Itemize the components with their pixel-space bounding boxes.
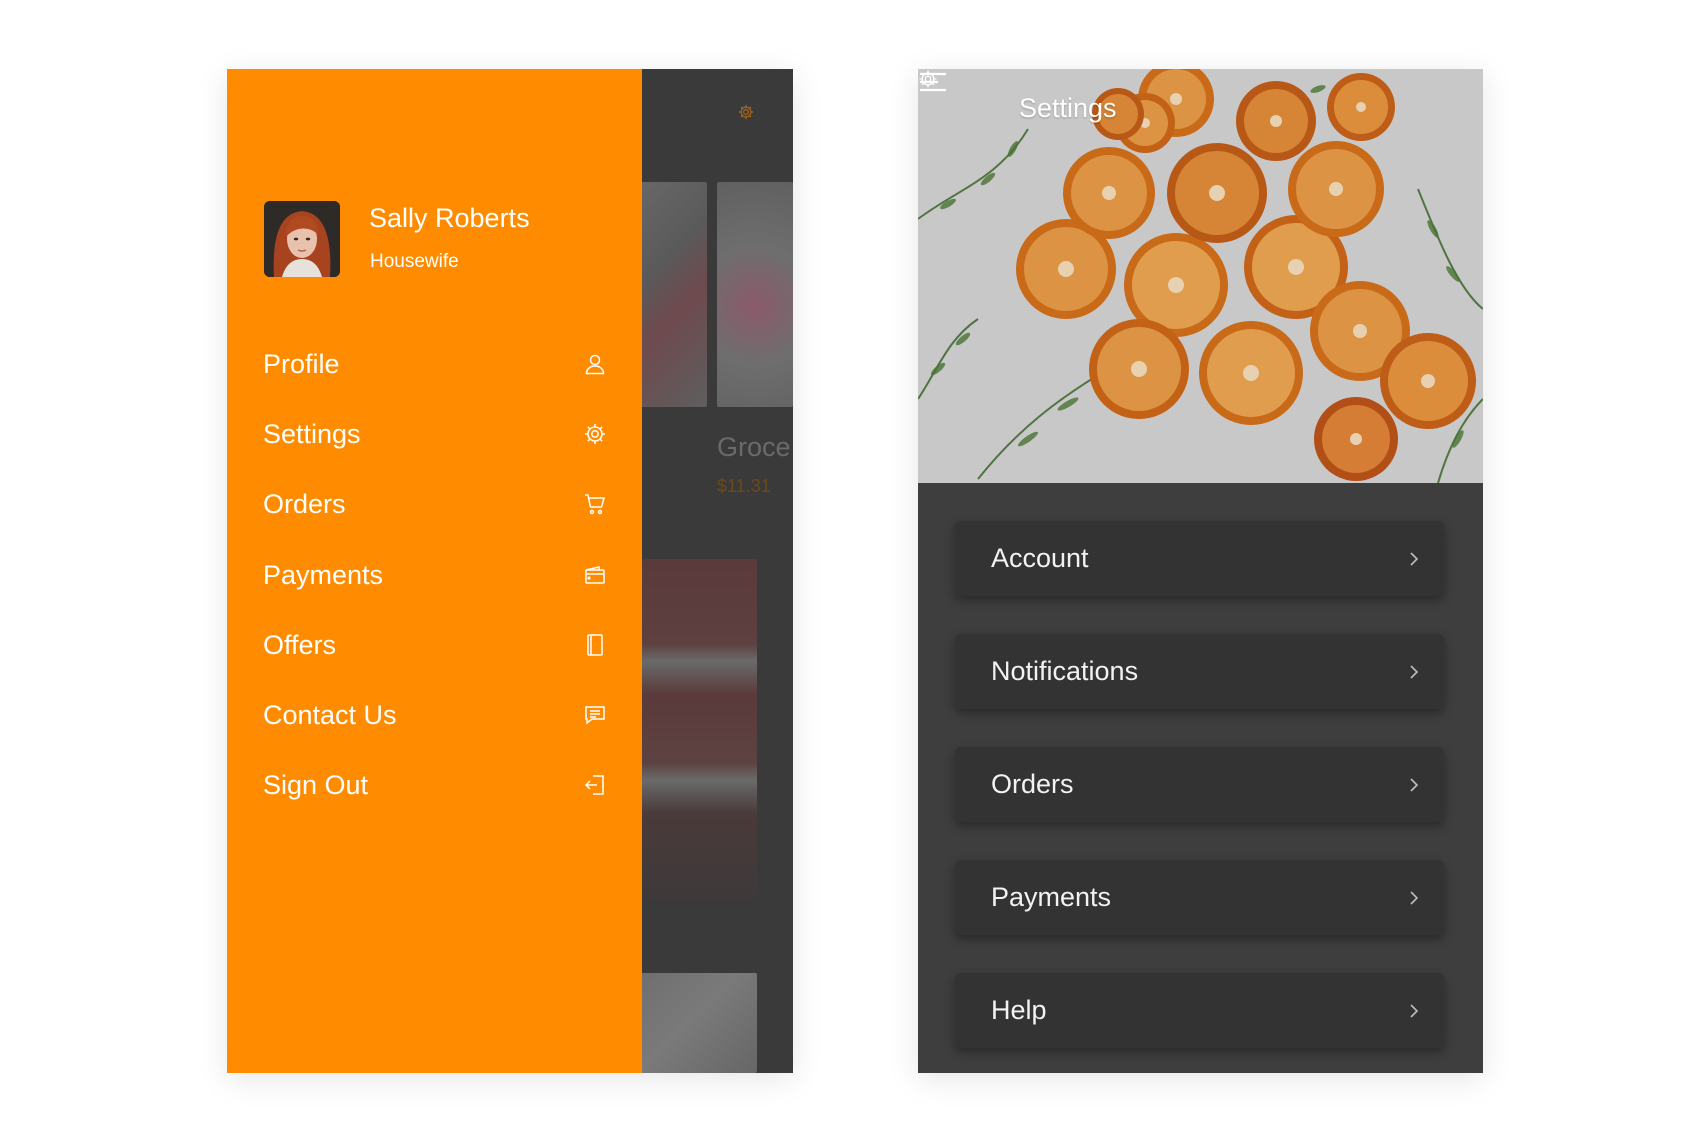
drawer-screen: Groce $11.31 Sally Roberts Housewife Pro…: [227, 69, 793, 1073]
dried-oranges-image: [918, 69, 1483, 483]
sign-out-icon: [582, 772, 608, 798]
settings-item-label: Notifications: [991, 656, 1139, 686]
menu-item-label: Offers: [263, 629, 337, 660]
page-title: Settings: [1019, 93, 1117, 123]
menu-item-label: Payments: [263, 559, 384, 590]
chevron-right-icon: [1410, 664, 1419, 679]
menu-item-label: Profile: [263, 348, 340, 379]
menu-item-contact-us[interactable]: Contact Us: [263, 693, 608, 737]
product-price: $11.31: [717, 476, 771, 496]
chevron-right-icon: [1410, 777, 1419, 792]
settings-screen: Settings Account Notifications Orders Pa…: [918, 69, 1483, 1073]
product-image: [717, 182, 793, 407]
menu-item-sign-out[interactable]: Sign Out: [263, 763, 608, 807]
settings-item-account[interactable]: Account: [955, 521, 1444, 596]
user-icon: [582, 351, 608, 377]
settings-item-help[interactable]: Help: [955, 973, 1444, 1048]
gear-icon: [738, 104, 754, 120]
wallet-icon: [582, 562, 608, 588]
chevron-right-icon: [1410, 1003, 1419, 1018]
stage: Groce $11.31 Sally Roberts Housewife Pro…: [0, 0, 1700, 1133]
settings-item-label: Help: [991, 995, 1047, 1025]
navigation-drawer: Sally Roberts Housewife Profile Settings: [227, 69, 642, 1073]
menu-item-label: Orders: [263, 488, 346, 519]
gear-icon: [582, 421, 608, 447]
product-title: Groce: [717, 432, 791, 462]
booklet-icon: [582, 632, 608, 658]
chat-icon: [582, 702, 608, 728]
menu-item-label: Contact Us: [263, 699, 397, 730]
chevron-right-icon: [1410, 890, 1419, 905]
menu-item-label: Settings: [263, 418, 361, 449]
settings-item-payments[interactable]: Payments: [955, 860, 1444, 935]
settings-item-label: Payments: [991, 882, 1112, 912]
avatar[interactable]: [264, 201, 340, 277]
user-name: Sally Roberts: [369, 203, 530, 233]
gear-icon[interactable]: [918, 69, 938, 89]
menu-item-orders[interactable]: Orders: [263, 482, 608, 526]
settings-item-orders[interactable]: Orders: [955, 747, 1444, 822]
menu-item-settings[interactable]: Settings: [263, 412, 608, 456]
menu-item-offers[interactable]: Offers: [263, 623, 608, 667]
cart-icon: [582, 491, 608, 517]
menu-item-label: Sign Out: [263, 769, 369, 800]
menu-item-profile[interactable]: Profile: [263, 342, 608, 386]
menu-item-payments[interactable]: Payments: [263, 553, 608, 597]
settings-item-label: Account: [991, 543, 1089, 573]
settings-item-notifications[interactable]: Notifications: [955, 634, 1444, 709]
user-role: Housewife: [370, 251, 459, 272]
settings-item-label: Orders: [991, 769, 1074, 799]
hero-image: Settings: [918, 69, 1483, 483]
chevron-right-icon: [1410, 551, 1419, 566]
